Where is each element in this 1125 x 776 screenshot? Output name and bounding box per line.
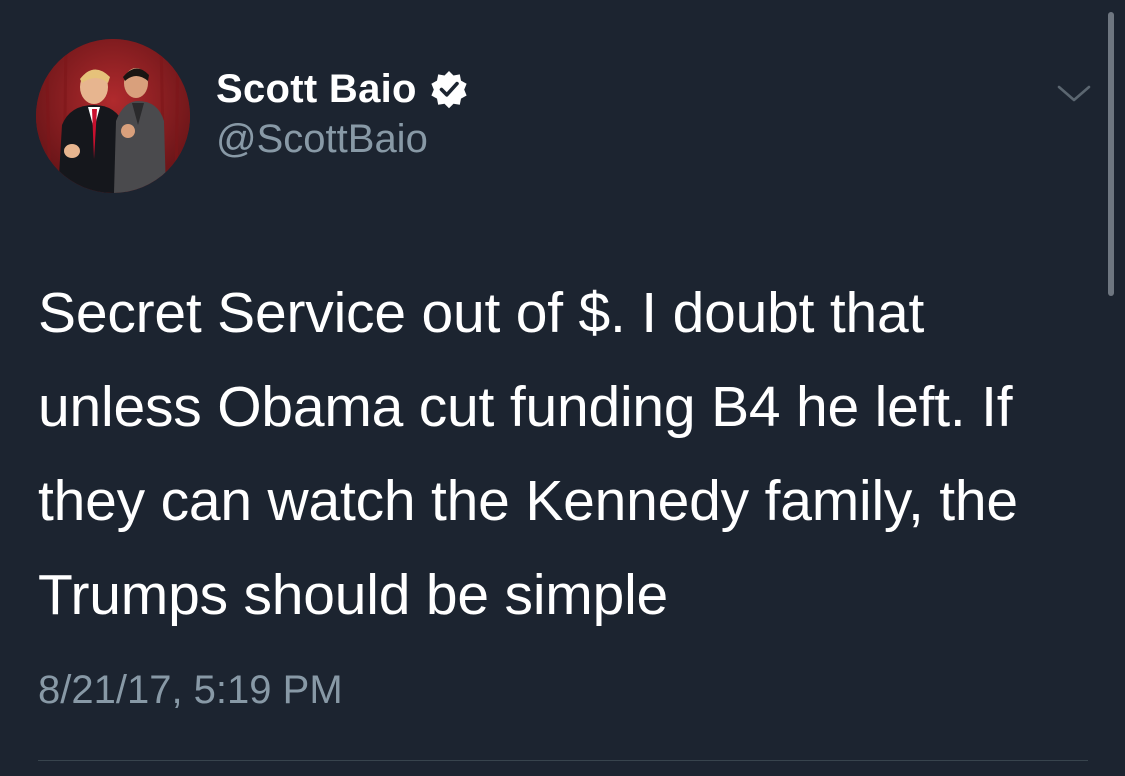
chevron-down-icon[interactable] bbox=[1056, 80, 1092, 106]
author-name-row[interactable]: Scott Baio bbox=[216, 64, 469, 114]
verified-badge-icon bbox=[429, 69, 469, 109]
display-name[interactable]: Scott Baio bbox=[216, 67, 417, 112]
tweet-card: Scott Baio @ScottBaio Secret Service out… bbox=[0, 0, 1125, 776]
user-handle[interactable]: @ScottBaio bbox=[216, 117, 428, 162]
tweet-timestamp[interactable]: 8/21/17, 5:19 PM bbox=[38, 668, 343, 713]
divider bbox=[38, 760, 1088, 761]
avatar-image bbox=[36, 39, 190, 193]
scrollbar[interactable] bbox=[1108, 12, 1114, 296]
tweet-text: Secret Service out of $. I doubt that un… bbox=[38, 281, 1018, 627]
avatar[interactable] bbox=[36, 39, 190, 193]
